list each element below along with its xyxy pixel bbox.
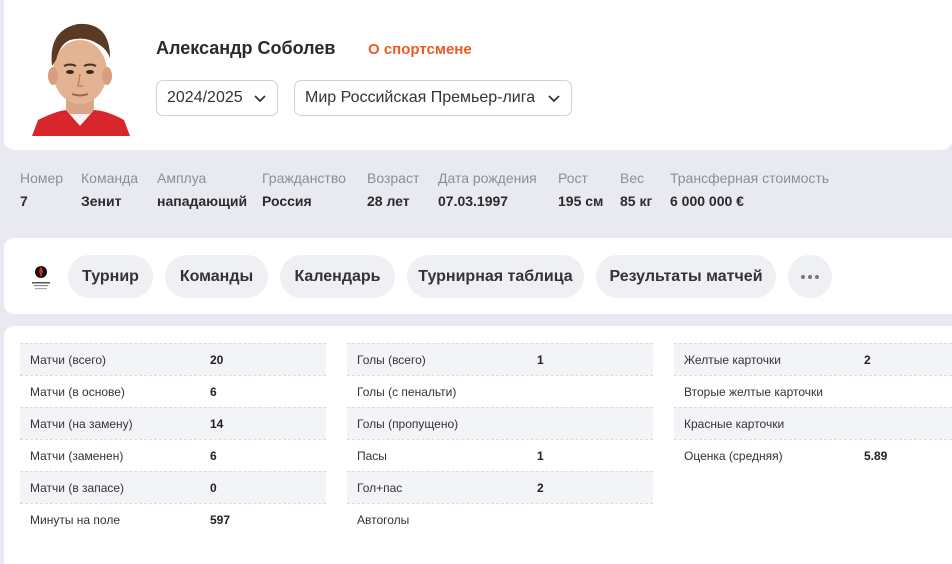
row-label: Желтые карточки [684, 352, 781, 367]
table-row: Автоголы [347, 503, 653, 535]
stat-number: Номер 7 [20, 170, 63, 209]
row-value: 1 [537, 448, 544, 463]
row-value: 0 [210, 480, 217, 495]
stat-label: Амплуа [157, 170, 207, 186]
row-label: Пасы [357, 448, 387, 463]
league-select-value: Мир Российская Премьер-лига [305, 89, 536, 106]
stat-value: 6 000 000 € [670, 193, 744, 209]
season-select-value: 2024/2025 [167, 89, 243, 106]
row-label: Вторые желтые карточки [684, 384, 823, 399]
stat-birth-date: Дата рождения 07.03.1997 [438, 170, 537, 209]
stat-age: Возраст 28 лет [367, 170, 419, 209]
table-row: Матчи (в запасе) 0 [20, 471, 326, 503]
table-row: Желтые карточки 2 [674, 343, 952, 375]
nav-tournament[interactable]: Турнир [68, 255, 153, 298]
row-value: 5.89 [864, 448, 888, 463]
chevron-down-icon [254, 95, 266, 103]
stats-table-goals: Голы (всего) 1 Голы (с пенальти) Голы (пр… [347, 343, 653, 535]
chevron-down-icon [548, 95, 560, 103]
row-value: 6 [210, 384, 217, 399]
row-value: 20 [210, 352, 224, 367]
table-row: Голы (с пенальти) [347, 375, 653, 407]
stats-table-cards: Желтые карточки 2 Вторые желтые карточки … [674, 343, 952, 471]
stat-value: Зенит [81, 193, 122, 209]
stat-label: Дата рождения [438, 170, 537, 186]
nav-calendar[interactable]: Календарь [280, 255, 395, 298]
nav-more-button[interactable] [788, 255, 832, 298]
table-row: Минуты на поле 597 [20, 503, 326, 535]
stat-value: 28 лет [367, 193, 410, 209]
player-header: Александр Соболев О спортсмене 2024/2025… [4, 0, 952, 150]
row-value: 2 [864, 352, 871, 367]
table-row: Пасы 1 [347, 439, 653, 471]
table-row: Красные карточки [674, 407, 952, 439]
row-label: Матчи (в основе) [30, 384, 125, 399]
stats-table-matches: Матчи (всего) 20 Матчи (в основе) 6 Матчи … [20, 343, 326, 535]
row-label: Голы (с пенальти) [357, 384, 457, 399]
row-label: Красные карточки [684, 416, 785, 431]
row-value: 14 [210, 416, 224, 431]
row-label: Голы (всего) [357, 352, 426, 367]
stat-value: Россия [262, 193, 312, 209]
row-label: Матчи (в запасе) [30, 480, 125, 495]
stat-weight: Вес 85 кг [620, 170, 652, 209]
stat-label: Гражданство [262, 170, 346, 186]
row-value: 1 [537, 352, 544, 367]
stat-label: Номер [20, 170, 64, 186]
stat-citizenship: Гражданство Россия [262, 170, 346, 209]
stat-team: Команда Зенит [81, 170, 138, 209]
stat-value: 07.03.1997 [438, 193, 509, 209]
nav-match-results[interactable]: Результаты матчей [596, 255, 776, 298]
player-name: Александр Соболев [156, 38, 336, 58]
tournament-nav: Турнир Команды Календарь Турнирная табли… [4, 238, 952, 314]
rpl-logo-icon[interactable] [28, 262, 54, 292]
table-row: Голы (всего) 1 [347, 343, 653, 375]
more-dots-icon [801, 274, 819, 279]
about-athlete-link[interactable]: О спортсмене [368, 41, 472, 58]
stat-label: Трансферная стоимость [670, 170, 830, 186]
stat-label: Вес [620, 170, 645, 186]
table-row: Матчи (всего) 20 [20, 343, 326, 375]
row-label: Оценка (средняя) [684, 448, 783, 463]
row-label: Матчи (всего) [30, 352, 107, 367]
stat-label: Команда [81, 170, 139, 186]
table-row: Вторые желтые карточки [674, 375, 952, 407]
player-stats-tables: Матчи (всего) 20 Матчи (в основе) 6 Матчи … [4, 326, 952, 564]
nav-teams[interactable]: Команды [165, 255, 268, 298]
row-label: Гол+пас [357, 480, 403, 495]
stat-value: 7 [20, 193, 28, 209]
table-row: Матчи (в основе) 6 [20, 375, 326, 407]
table-row: Голы (пропущено) [347, 407, 653, 439]
row-label: Минуты на поле [30, 512, 120, 527]
league-select[interactable]: Мир Российская Премьер-лига [294, 80, 572, 116]
table-row: Оценка (средняя) 5.89 [674, 439, 952, 471]
table-row: Гол+пас 2 [347, 471, 653, 503]
table-row: Матчи (на замену) 14 [20, 407, 326, 439]
stat-height: Рост 195 см [558, 170, 603, 209]
stat-position: Амплуа нападающий [157, 170, 247, 209]
row-label: Матчи (заменен) [30, 448, 124, 463]
stat-value: 85 кг [620, 193, 653, 209]
row-label: Голы (пропущено) [357, 416, 459, 431]
stat-label: Рост [558, 170, 588, 186]
table-row: Матчи (заменен) 6 [20, 439, 326, 471]
row-label: Автоголы [357, 512, 410, 527]
stat-transfer-value: Трансферная стоимость 6 000 000 € [670, 170, 829, 209]
row-value: 2 [537, 480, 544, 495]
stat-value: 195 см [558, 193, 604, 209]
player-info-bar: Номер 7 Команда Зенит Амплуа нападающий … [4, 152, 952, 226]
stat-value: нападающий [157, 193, 248, 209]
player-photo [28, 14, 132, 136]
nav-standings[interactable]: Турнирная таблица [407, 255, 584, 298]
row-label: Матчи (на замену) [30, 416, 133, 431]
season-select[interactable]: 2024/2025 [156, 80, 278, 116]
stat-label: Возраст [367, 170, 420, 186]
row-value: 597 [210, 512, 231, 527]
row-value: 6 [210, 448, 217, 463]
